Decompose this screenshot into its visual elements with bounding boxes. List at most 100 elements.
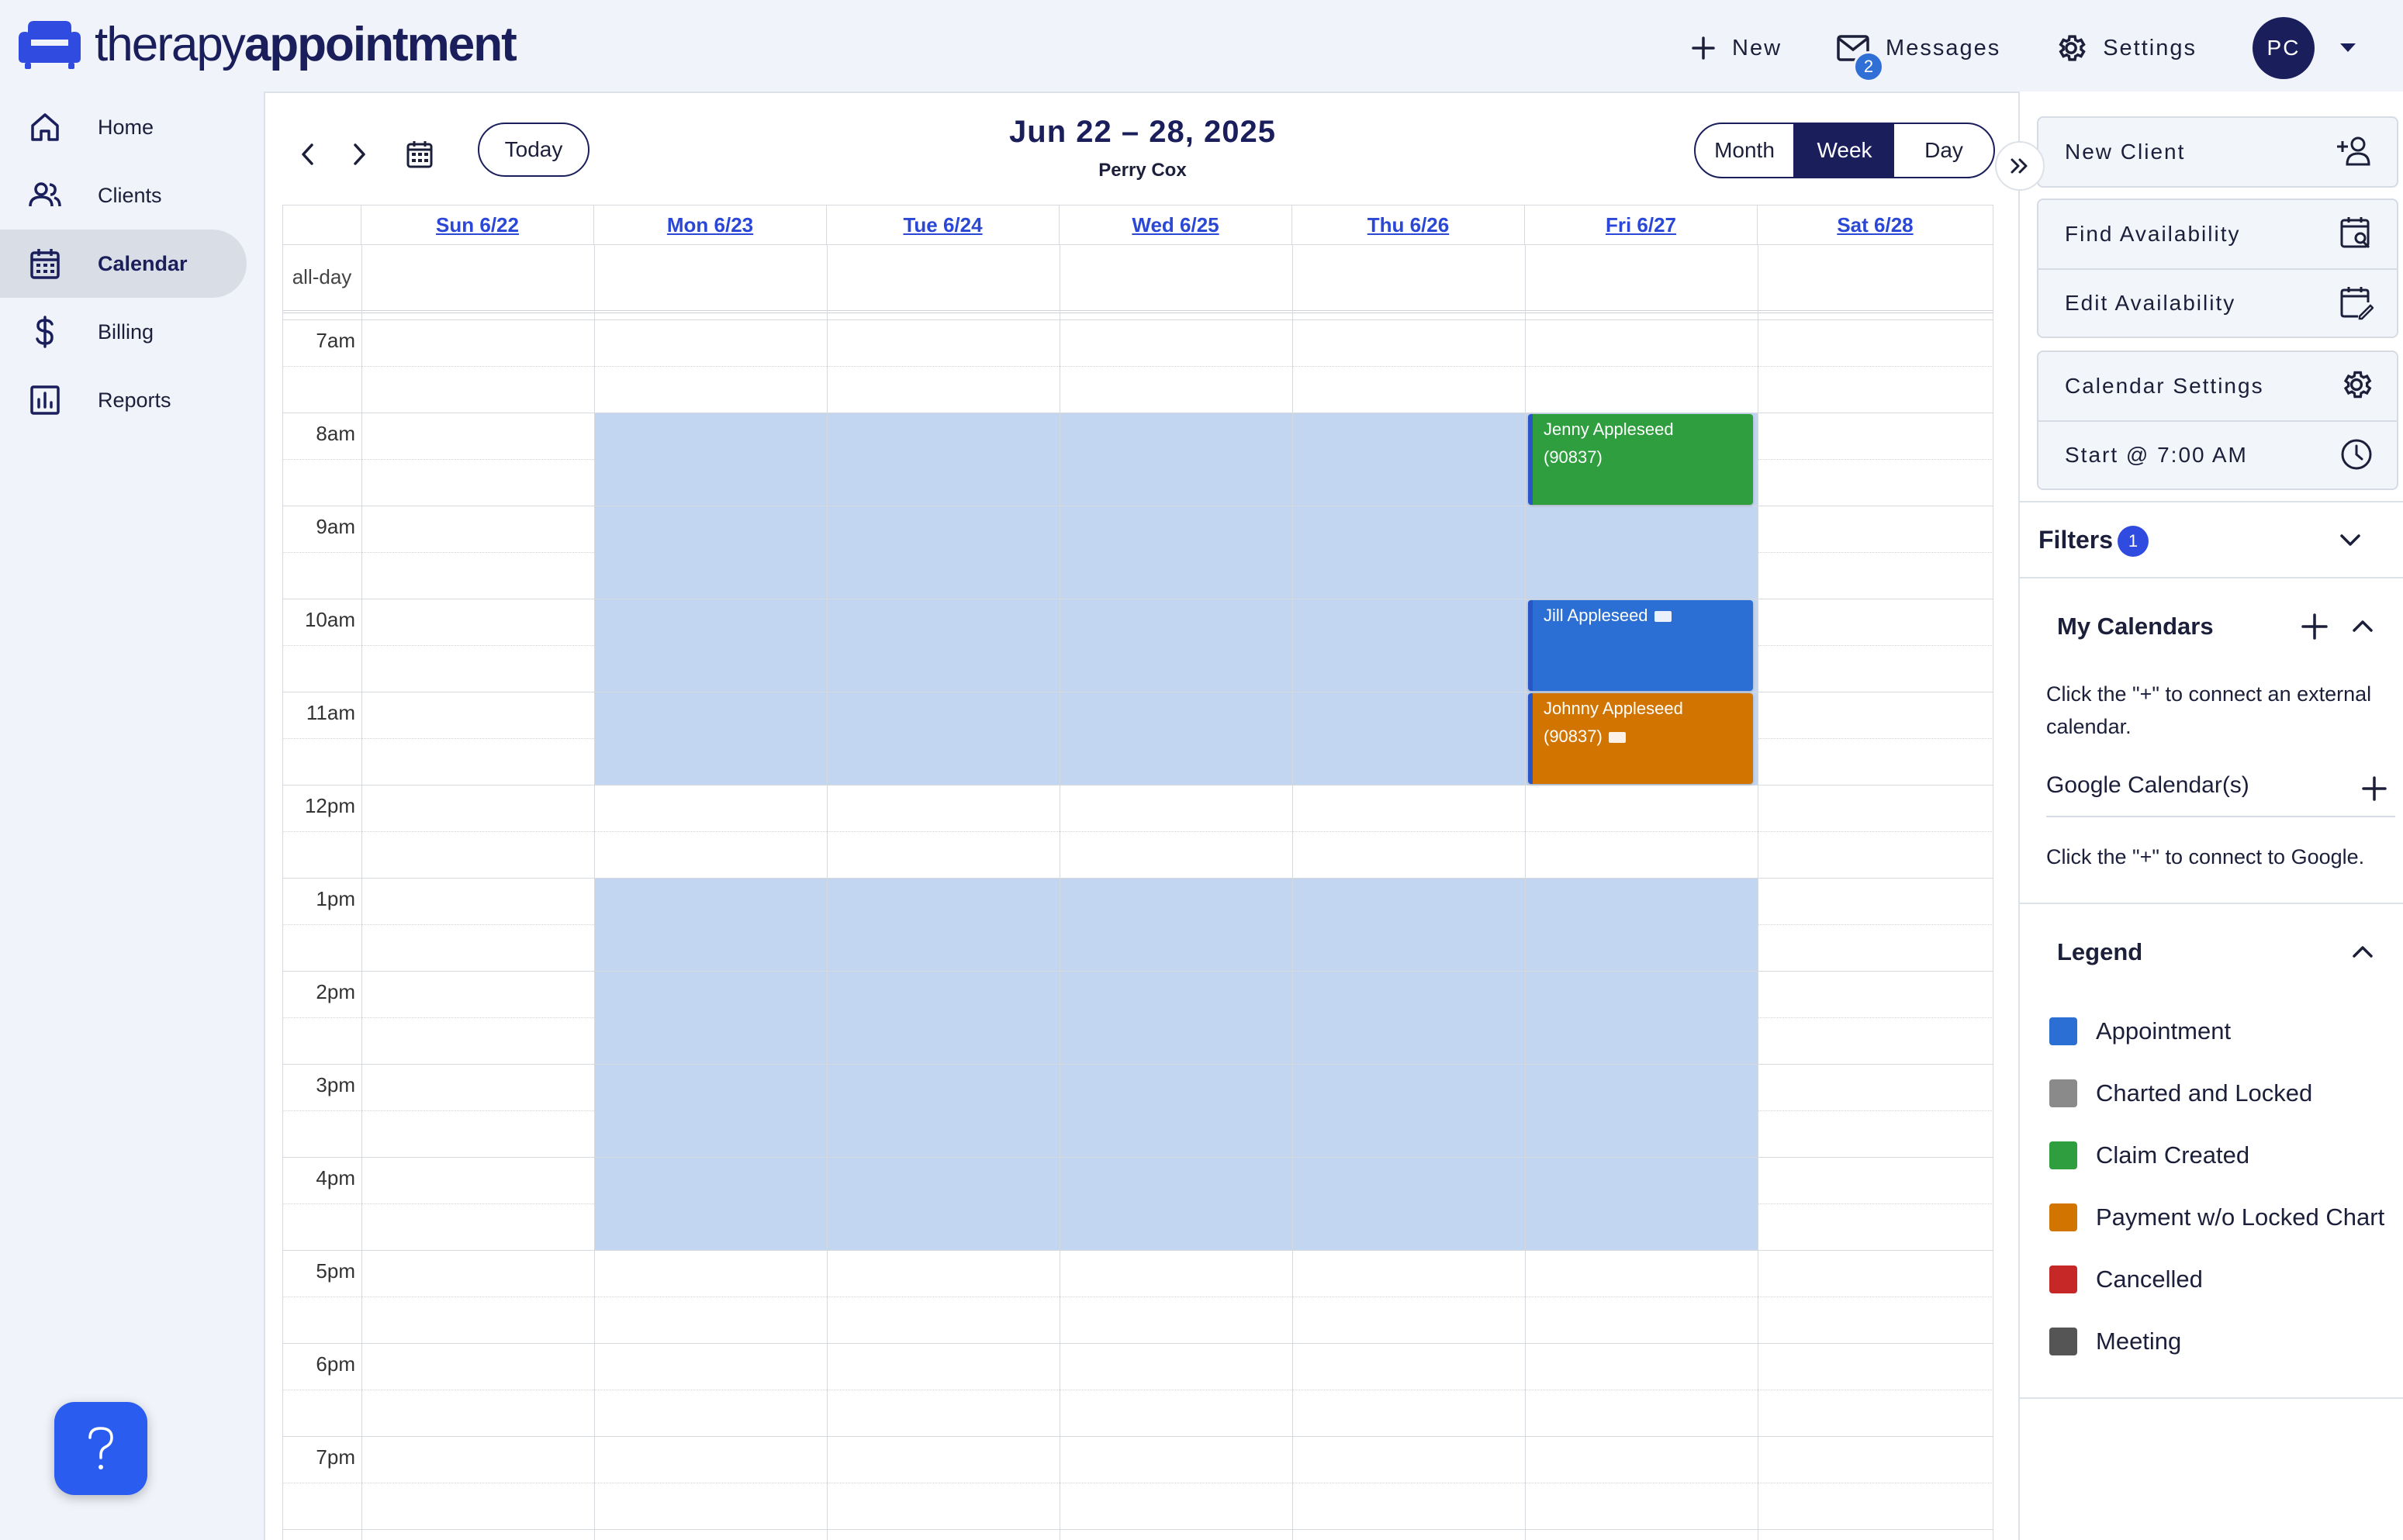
filters-count-badge: 1: [2118, 526, 2149, 557]
time-label: 3pm: [316, 1073, 355, 1096]
column-line: [282, 205, 283, 1540]
find-availability-label: Find Availability: [2065, 222, 2241, 246]
hour-line: [282, 1250, 1993, 1251]
day-header-link[interactable]: Sat 6/28: [1758, 205, 1993, 244]
settings-button[interactable]: Settings: [2055, 32, 2197, 64]
time-label: 2pm: [316, 980, 355, 1003]
hour-line: [282, 1157, 1993, 1158]
messages-button[interactable]: 2 Messages: [1836, 34, 2000, 82]
chevron-up-icon[interactable]: [2352, 944, 2374, 958]
hour-line: [282, 1343, 1993, 1344]
hour-line: [282, 971, 1993, 972]
help-button[interactable]: [54, 1402, 147, 1495]
calendar-edit-icon: [2340, 287, 2374, 320]
legend-swatch: [2049, 1079, 2077, 1107]
time-label: 7pm: [316, 1445, 355, 1469]
day-header-link[interactable]: Fri 6/27: [1525, 205, 1757, 244]
legend-item: Cancelled: [2049, 1265, 2203, 1293]
chevron-up-icon[interactable]: [2352, 619, 2374, 633]
divider: [2020, 1397, 2403, 1399]
sidebar: Home Clients Calendar Billing Reports: [0, 93, 248, 434]
legend-label: Meeting: [2096, 1328, 2182, 1355]
day-header-link[interactable]: Wed 6/25: [1060, 205, 1291, 244]
sidebar-item-clients[interactable]: Clients: [0, 161, 248, 230]
event-title: Johnny Appleseed: [1544, 699, 1683, 718]
question-icon: [88, 1427, 113, 1469]
view-switcher: Month Week Day: [1694, 123, 1995, 178]
event-code: (90837): [1544, 447, 1603, 467]
hour-line: [282, 1436, 1993, 1437]
legend-item: Appointment: [2049, 1017, 2231, 1045]
day-header[interactable]: Tue 6/24: [827, 205, 1060, 245]
caret-down-icon[interactable]: [2339, 43, 2356, 54]
add-calendar-plus-icon[interactable]: [2301, 613, 2329, 641]
column-line: [1292, 245, 1293, 1540]
calendar-settings-card: Calendar Settings Start @ 7:00 AM: [2037, 350, 2398, 490]
time-label: 8am: [316, 422, 355, 445]
google-calendars-label: Google Calendar(s): [2046, 772, 2249, 798]
messages-count-badge: 2: [1853, 51, 1885, 82]
brand-logo[interactable]: therapyappointment: [17, 17, 517, 73]
sidebar-item-reports[interactable]: Reports: [0, 366, 248, 434]
half-hour-line: [282, 1203, 1993, 1204]
event-tag-icon: [1654, 611, 1672, 623]
new-client-card: New Client: [2037, 116, 2398, 188]
half-hour-line: [282, 1017, 1993, 1018]
time-label: 1pm: [316, 887, 355, 910]
find-availability-button[interactable]: Find Availability: [2038, 200, 2397, 268]
brand-name: therapyappointment: [95, 18, 517, 71]
plus-icon: [1692, 36, 1715, 60]
half-hour-line: [282, 924, 1993, 925]
legend-label: Charted and Locked: [2096, 1079, 2313, 1107]
day-header[interactable]: Thu 6/26: [1292, 205, 1525, 245]
collapse-panel-button[interactable]: [1995, 141, 2045, 191]
new-button[interactable]: New: [1690, 35, 1782, 61]
calendar-settings-button[interactable]: Calendar Settings: [2038, 352, 2397, 420]
week-view-button[interactable]: Week: [1795, 124, 1894, 177]
day-header[interactable]: Sat 6/28: [1758, 205, 1993, 245]
column-line: [1525, 245, 1526, 1540]
calendar-event[interactable]: Jenny Appleseed (90837): [1528, 414, 1753, 505]
legend-title: Legend: [2057, 938, 2143, 965]
hour-line: [282, 785, 1993, 786]
day-header[interactable]: Mon 6/23: [594, 205, 827, 245]
calendar-icon: [30, 249, 60, 279]
top-navigation: New 2 Messages Settings PC: [1636, 14, 2356, 82]
day-header-link[interactable]: Tue 6/24: [827, 205, 1059, 244]
sidebar-item-label: Home: [98, 115, 154, 139]
edit-availability-button[interactable]: Edit Availability: [2038, 268, 2397, 337]
day-header-link[interactable]: Mon 6/23: [594, 205, 826, 244]
new-client-button[interactable]: New Client: [2038, 118, 2397, 186]
legend-swatch: [2049, 1141, 2077, 1169]
hour-line: [282, 1529, 1993, 1530]
legend-label: Payment w/o Locked Chart: [2096, 1203, 2385, 1231]
day-header[interactable]: Fri 6/27: [1525, 205, 1758, 245]
time-label: 7am: [316, 329, 355, 352]
event-title: Jill Appleseed: [1544, 606, 1648, 625]
filters-section[interactable]: Filters 1: [2020, 501, 2403, 578]
start-time-button[interactable]: Start @ 7:00 AM: [2038, 420, 2397, 489]
hour-line: [282, 319, 1993, 320]
add-google-plus-icon[interactable]: [2361, 775, 2387, 802]
all-day-row[interactable]: all-day: [282, 245, 1993, 313]
sidebar-item-home[interactable]: Home: [0, 93, 248, 161]
day-header[interactable]: Wed 6/25: [1060, 205, 1292, 245]
legend-item: Claim Created: [2049, 1141, 2249, 1169]
day-view-button[interactable]: Day: [1894, 124, 1993, 177]
day-header-link[interactable]: Thu 6/26: [1292, 205, 1524, 244]
legend-swatch: [2049, 1265, 2077, 1293]
calendar-event[interactable]: Johnny Appleseed (90837): [1528, 693, 1753, 784]
day-header[interactable]: Sun 6/22: [361, 205, 594, 245]
chevron-down-icon[interactable]: [2339, 533, 2361, 547]
calendar-event[interactable]: Jill Appleseed: [1528, 600, 1753, 691]
calendar-panel: Today Jun 22 – 28, 2025 Perry Cox Month …: [264, 92, 2045, 1540]
my-calendars-title: My Calendars: [2057, 613, 2214, 640]
user-avatar[interactable]: PC: [2253, 17, 2315, 79]
day-header-link[interactable]: Sun 6/22: [361, 205, 593, 244]
my-calendars-hint: Click the "+" to connect an external cal…: [2046, 682, 2372, 738]
legend-label: Claim Created: [2096, 1141, 2250, 1169]
month-view-button[interactable]: Month: [1696, 124, 1795, 177]
sidebar-item-calendar[interactable]: Calendar: [0, 230, 247, 298]
sidebar-item-billing[interactable]: Billing: [0, 298, 248, 366]
google-calendars-row[interactable]: Google Calendar(s): [2046, 761, 2395, 817]
